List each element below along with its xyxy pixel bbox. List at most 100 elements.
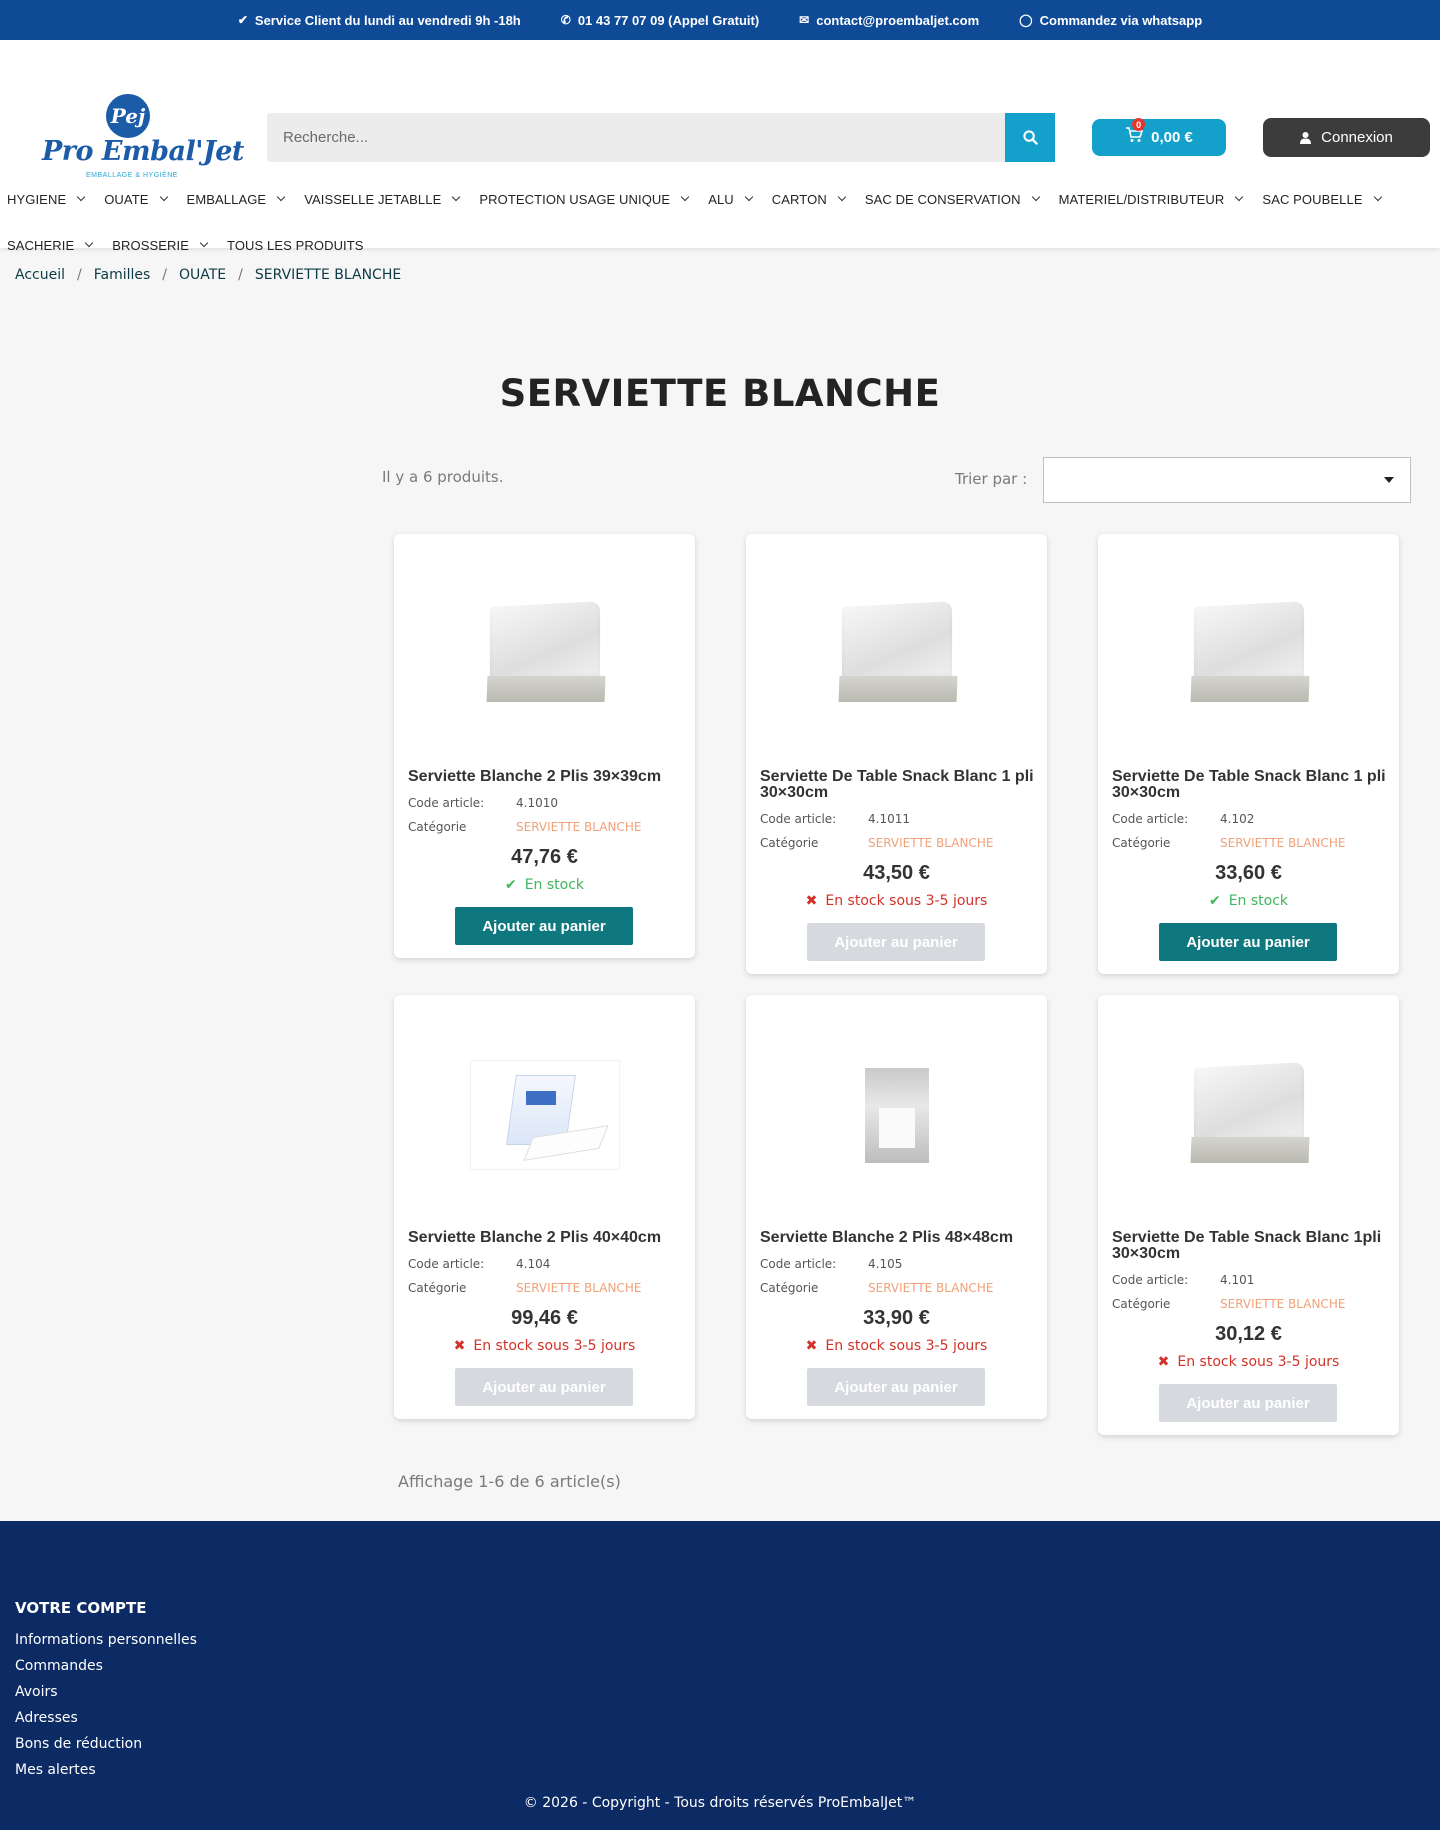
chevron-down-icon <box>159 192 168 202</box>
category-link[interactable]: SERVIETTE BLANCHE <box>516 1281 641 1295</box>
footer-link[interactable]: Commandes <box>15 1653 197 1679</box>
add-to-cart-button[interactable]: Ajouter au panier <box>1159 923 1337 961</box>
category-link[interactable]: SERVIETTE BLANCHE <box>516 820 641 834</box>
napkin-picture <box>1189 601 1309 704</box>
code-label: Code article: <box>1112 1273 1189 1287</box>
product-code-row: Code article: 4.1011 <box>760 812 910 826</box>
nav-item-all-products[interactable]: TOUS LES PRODUITS <box>227 238 364 253</box>
page-title: SERVIETTE BLANCHE <box>499 372 941 415</box>
add-to-cart-button[interactable]: Ajouter au panier <box>807 923 985 961</box>
email-link[interactable]: ✉ contact@proembaljet.com <box>799 13 979 28</box>
product-category-row: Catégorie SERVIETTE BLANCHE <box>760 1281 993 1295</box>
sort-label: Trier par : <box>955 470 1028 488</box>
product-image[interactable] <box>746 995 1047 1235</box>
phone-link[interactable]: ✆ 01 43 77 07 09 (Appel Gratuit) <box>561 13 759 28</box>
product-name[interactable]: Serviette De Table Snack Blanc 1pli 30×3… <box>1112 1230 1387 1262</box>
category-link[interactable]: SERVIETTE BLANCHE <box>868 1281 993 1295</box>
product-image[interactable] <box>1098 995 1399 1235</box>
category-link[interactable]: SERVIETTE BLANCHE <box>868 836 993 850</box>
category-link[interactable]: SERVIETTE BLANCHE <box>1220 1297 1345 1311</box>
product-code-row: Code article: 4.1010 <box>408 796 558 810</box>
nav-item-label: MATERIEL/DISTRIBUTEUR <box>1058 191 1225 207</box>
footer-links: Informations personnelles Commandes Avoirs… <box>15 1627 197 1783</box>
product-image[interactable] <box>1098 534 1399 774</box>
nav-item-hygiene[interactable]: HYGIENE <box>7 192 86 207</box>
pack-label <box>525 1091 556 1105</box>
category-label: Catégorie <box>408 1281 467 1295</box>
product-image[interactable] <box>394 995 695 1235</box>
product-image[interactable] <box>394 534 695 774</box>
napkin-side <box>838 676 957 702</box>
nav-item-label: CARTON <box>771 191 827 207</box>
nav-item-alu[interactable]: ALU <box>708 192 754 207</box>
footer-link[interactable]: Mes alertes <box>15 1757 197 1783</box>
footer-link[interactable]: Avoirs <box>15 1679 197 1705</box>
nav-item-sac-poubelle[interactable]: SAC POUBELLE <box>1262 192 1382 207</box>
product-card[interactable]: Serviette De Table Snack Blanc 1 pli 30×… <box>746 534 1047 974</box>
product-card[interactable]: Serviette De Table Snack Blanc 1pli 30×3… <box>1098 995 1399 1435</box>
code-label: Code article: <box>408 796 485 810</box>
nav-item-emballage[interactable]: EMBALLAGE <box>186 191 286 207</box>
cart-button[interactable]: 0 0,00 € <box>1092 118 1226 156</box>
chevron-down-icon <box>1373 192 1382 202</box>
cart-icon: 0 <box>1125 118 1146 148</box>
nav-item-materiel-distributeur[interactable]: MATERIEL/DISTRIBUTEUR <box>1058 191 1244 207</box>
add-to-cart-button[interactable]: Ajouter au panier <box>455 907 633 945</box>
footer-link[interactable]: Adresses <box>15 1705 197 1731</box>
chevron-down-icon <box>199 238 209 248</box>
product-card[interactable]: Serviette De Table Snack Blanc 1 pli 30×… <box>1098 534 1399 974</box>
product-card[interactable]: Serviette Blanche 2 Plis 48×48cm Code art… <box>746 995 1047 1419</box>
nav-item-sacherie[interactable]: SACHERIE <box>7 238 94 253</box>
chevron-down-icon <box>76 192 86 202</box>
login-button[interactable]: Connexion <box>1263 118 1430 157</box>
code-value: 4.101 <box>1220 1273 1255 1287</box>
breadcrumb-item[interactable]: Accueil <box>15 267 65 283</box>
search-button[interactable] <box>1005 113 1055 162</box>
breadcrumb-item[interactable]: Familles <box>94 267 151 283</box>
check-icon: ✔ <box>1208 893 1221 909</box>
napkin-top <box>1193 601 1304 685</box>
stock-status: ✖ En stock sous 3-5 jours <box>1098 1354 1399 1370</box>
top-info-bar: ✔ Service Client du lundi au vendredi 9h … <box>0 0 1440 40</box>
add-to-cart-button[interactable]: Ajouter au panier <box>1159 1384 1337 1422</box>
stock-text: En stock <box>524 877 585 893</box>
logo[interactable]: Pej Pro Embal'Jet EMBALLAGE & HYGIÈNE <box>42 92 244 182</box>
product-name[interactable]: Serviette Blanche 2 Plis 39×39cm <box>408 769 683 785</box>
napkin-picture <box>1189 1062 1309 1165</box>
nav-item-brosserie[interactable]: BROSSERIE <box>112 237 209 253</box>
category-label: Catégorie <box>760 836 819 850</box>
nav-item-label: EMBALLAGE <box>186 191 267 207</box>
nav-item-sac-de-conservation[interactable]: SAC DE CONSERVATION <box>865 192 1040 207</box>
nav-item-vaisselle-jetablle[interactable]: VAISSELLE JETABLLE <box>304 192 461 207</box>
product-card[interactable]: Serviette Blanche 2 Plis 40×40cm Code art… <box>394 995 695 1419</box>
whatsapp-link[interactable]: ◯ Commandez via whatsapp <box>1019 13 1202 28</box>
add-to-cart-button[interactable]: Ajouter au panier <box>455 1368 633 1406</box>
breadcrumb-separator: / <box>162 267 167 283</box>
nav-item-protection-usage-unique[interactable]: PROTECTION USAGE UNIQUE <box>479 192 690 207</box>
code-value: 4.105 <box>868 1257 903 1271</box>
nav-item-label: BROSSERIE <box>112 237 190 253</box>
product-name[interactable]: Serviette Blanche 2 Plis 48×48cm <box>760 1230 1035 1246</box>
search-input[interactable] <box>267 113 1005 162</box>
user-icon <box>1300 131 1312 144</box>
product-code-row: Code article: 4.105 <box>760 1257 902 1271</box>
nav-item-ouate[interactable]: OUATE <box>104 191 168 207</box>
product-card[interactable]: Serviette Blanche 2 Plis 39×39cm Code art… <box>394 534 695 958</box>
footer-link[interactable]: Bons de réduction <box>15 1731 197 1757</box>
nav-item-label: OUATE <box>104 191 149 207</box>
sort-select[interactable] <box>1043 457 1411 503</box>
add-to-cart-button[interactable]: Ajouter au panier <box>807 1368 985 1406</box>
product-image[interactable] <box>746 534 1047 774</box>
photo-napkin <box>878 1107 915 1148</box>
product-name[interactable]: Serviette Blanche 2 Plis 40×40cm <box>408 1230 683 1246</box>
product-name[interactable]: Serviette De Table Snack Blanc 1 pli 30×… <box>760 769 1035 801</box>
category-link[interactable]: SERVIETTE BLANCHE <box>1220 836 1345 850</box>
stock-text: En stock sous 3-5 jours <box>825 1338 988 1354</box>
product-name[interactable]: Serviette De Table Snack Blanc 1 pli 30×… <box>1112 769 1387 801</box>
footer-link[interactable]: Informations personnelles <box>15 1627 197 1653</box>
logo-mark: Pej <box>106 94 150 138</box>
nav-item-carton[interactable]: CARTON <box>771 191 847 207</box>
chevron-down-icon <box>1235 192 1244 202</box>
breadcrumb-item[interactable]: OUATE <box>179 267 226 283</box>
chevron-down-icon <box>744 192 754 202</box>
